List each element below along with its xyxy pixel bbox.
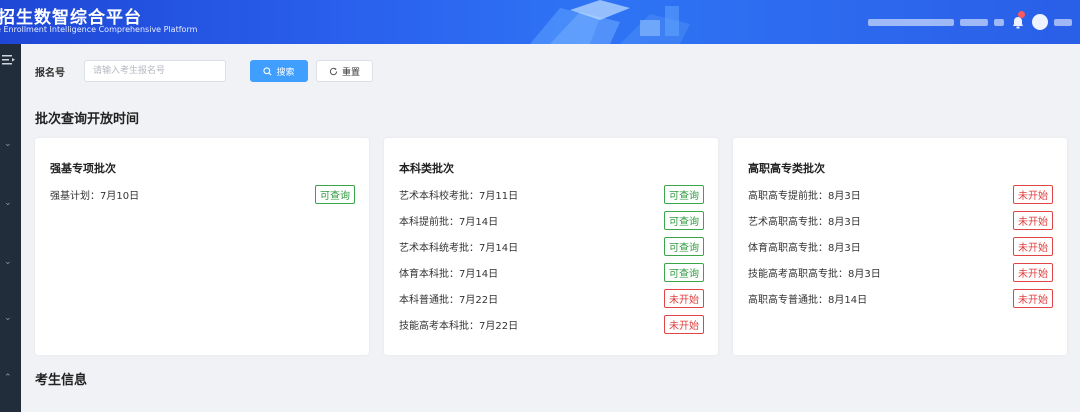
blurred-info — [994, 18, 1004, 26]
batch-row: 高职高专普通批：8月14日 未开始 — [748, 288, 1053, 308]
batch-row: 体育高职高专批：8月3日 未开始 — [748, 236, 1053, 256]
batch-row-label: 高职高专普通批：8月14日 — [748, 294, 868, 306]
main-content: 报名号 搜索 重置 批次查询开放时间 强基专项批次强基计划：7月10日可查询本科… — [21, 44, 1080, 412]
status-badge: 未开始 — [664, 314, 704, 334]
batch-row-label: 艺术本科校考批：7月11日 — [399, 190, 519, 202]
batch-row: 艺术本科校考批：7月11日 可查询 — [399, 184, 704, 204]
batch-card: 高职高专类批次 高职高专提前批：8月3日 未开始 艺术高职高专批：8月3日 未开始 体育高… — [733, 138, 1067, 355]
status-badge: 未开始 — [1013, 236, 1053, 256]
batch-card-title: 本科类批次 — [399, 162, 454, 175]
search-icon — [263, 66, 272, 75]
app-header: 招生数智综合平台 e Enrollment Intelligence Compr… — [0, 0, 1080, 44]
batch-row: 强基计划：7月10日 可查询 — [50, 184, 355, 204]
status-badge[interactable]: 可查询 — [664, 210, 704, 230]
batch-row-label: 高职高专提前批：8月3日 — [748, 190, 861, 202]
notification-badge — [1018, 11, 1025, 18]
status-badge: 未开始 — [1013, 184, 1053, 204]
status-badge: 未开始 — [1013, 262, 1053, 282]
status-badge[interactable]: 可查询 — [664, 262, 704, 282]
refresh-icon — [329, 67, 338, 75]
batch-row: 体育本科批：7月14日 可查询 — [399, 262, 704, 282]
student-section-title: 考生信息 — [35, 373, 88, 388]
blurred-info — [960, 18, 988, 26]
batch-row-label: 强基计划：7月10日 — [50, 190, 140, 202]
chevron-up-icon[interactable]: ⌃ — [4, 374, 14, 383]
batch-row: 技能高考高职高专批：8月3日 未开始 — [748, 262, 1053, 282]
batch-row-label: 体育本科批：7月14日 — [399, 268, 499, 280]
status-badge: 未开始 — [664, 288, 704, 308]
batch-row: 本科提前批：7月14日 可查询 — [399, 210, 704, 230]
status-badge[interactable]: 可查询 — [664, 184, 704, 204]
batch-card: 强基专项批次强基计划：7月10日 可查询 — [35, 138, 369, 355]
batch-row: 技能高考本科批：7月22日 未开始 — [399, 314, 704, 334]
status-badge: 未开始 — [1013, 210, 1053, 230]
batch-row: 本科普通批：7月22日 未开始 — [399, 288, 704, 308]
batch-card-title: 强基专项批次 — [50, 162, 116, 175]
header-user-area — [868, 11, 1072, 32]
menu-toggle-icon[interactable] — [2, 54, 16, 66]
batch-row: 艺术高职高专批：8月3日 未开始 — [748, 210, 1053, 230]
batch-row-label: 本科提前批：7月14日 — [399, 216, 499, 228]
registration-number-label: 报名号 — [35, 67, 65, 79]
chevron-down-icon[interactable]: ⌄ — [4, 314, 14, 323]
batch-card-title: 高职高专类批次 — [748, 162, 825, 175]
notification-bell-icon[interactable] — [1010, 11, 1026, 30]
avatar[interactable] — [1032, 14, 1048, 30]
status-badge: 未开始 — [1013, 288, 1053, 308]
status-badge[interactable]: 可查询 — [664, 236, 704, 256]
search-button-label: 搜索 — [276, 67, 295, 78]
batch-row-label: 体育高职高专批：8月3日 — [748, 242, 861, 254]
batch-row-label: 技能高考高职高专批：8月3日 — [748, 268, 881, 280]
blurred-info — [868, 18, 954, 26]
batch-row: 艺术本科统考批：7月14日 可查询 — [399, 236, 704, 256]
reset-button-label: 重置 — [341, 67, 360, 78]
registration-number-input[interactable] — [84, 60, 226, 82]
header-decoration — [530, 0, 690, 44]
chevron-down-icon[interactable]: ⌄ — [4, 199, 14, 208]
batch-row-label: 技能高考本科批：7月22日 — [399, 320, 519, 332]
batch-card: 本科类批次 艺术本科校考批：7月11日 可查询 本科提前批：7月14日 可查询 艺术本科统… — [384, 138, 718, 355]
app-subtitle: e Enrollment Intelligence Comprehensive … — [0, 25, 198, 34]
chevron-down-icon[interactable]: ⌄ — [4, 258, 14, 267]
search-form: 报名号 搜索 重置 — [35, 59, 373, 83]
batch-section-title: 批次查询开放时间 — [35, 112, 140, 127]
batch-row-label: 艺术本科统考批：7月14日 — [399, 242, 519, 254]
search-button[interactable]: 搜索 — [250, 60, 308, 82]
status-badge[interactable]: 可查询 — [315, 184, 355, 204]
batch-row: 高职高专提前批：8月3日 未开始 — [748, 184, 1053, 204]
chevron-down-icon[interactable]: ⌄ — [4, 140, 14, 149]
reset-button[interactable]: 重置 — [316, 60, 373, 82]
batch-row-label: 艺术高职高专批：8月3日 — [748, 216, 861, 228]
blurred-username[interactable] — [1054, 18, 1072, 26]
sidebar: ⌄ ⌄ ⌄ ⌄ ⌃ — [0, 44, 21, 412]
batch-row-label: 本科普通批：7月22日 — [399, 294, 499, 306]
